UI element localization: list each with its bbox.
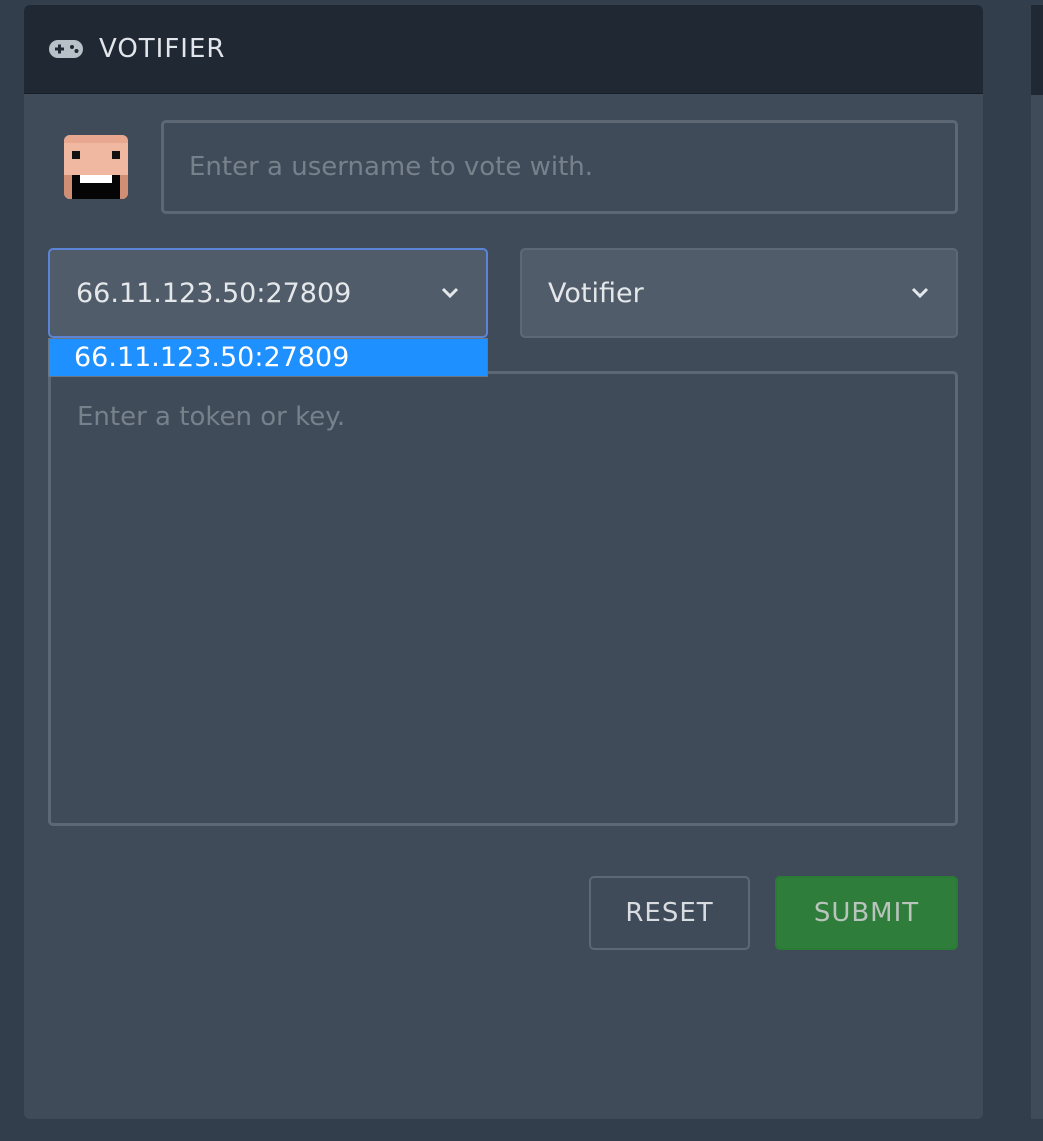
server-select-value: 66.11.123.50:27809 bbox=[76, 277, 352, 309]
player-avatar bbox=[64, 135, 128, 199]
server-select[interactable]: 66.11.123.50:27809 bbox=[48, 248, 488, 338]
vote-type-select[interactable]: Votifier bbox=[520, 248, 958, 338]
card-title: VOTIFIER bbox=[99, 34, 226, 64]
card-header: VOTIFIER bbox=[24, 5, 983, 94]
server-dropdown-option[interactable]: 66.11.123.50:27809 bbox=[48, 338, 488, 377]
token-textarea[interactable] bbox=[48, 371, 958, 826]
submit-button[interactable]: SUBMIT bbox=[775, 876, 958, 950]
chevron-down-icon bbox=[911, 287, 929, 299]
username-input[interactable] bbox=[161, 120, 958, 214]
reset-button[interactable]: RESET bbox=[589, 876, 750, 950]
gamepad-icon bbox=[49, 40, 83, 58]
chevron-down-icon bbox=[441, 287, 459, 299]
vote-type-select-value: Votifier bbox=[548, 277, 644, 309]
server-dropdown-option-label: 66.11.123.50:27809 bbox=[74, 342, 350, 373]
adjacent-card-body-edge bbox=[1031, 95, 1043, 1119]
votifier-card: VOTIFIER 66.11.123.50:27809 Votifier 66.… bbox=[24, 5, 983, 1119]
